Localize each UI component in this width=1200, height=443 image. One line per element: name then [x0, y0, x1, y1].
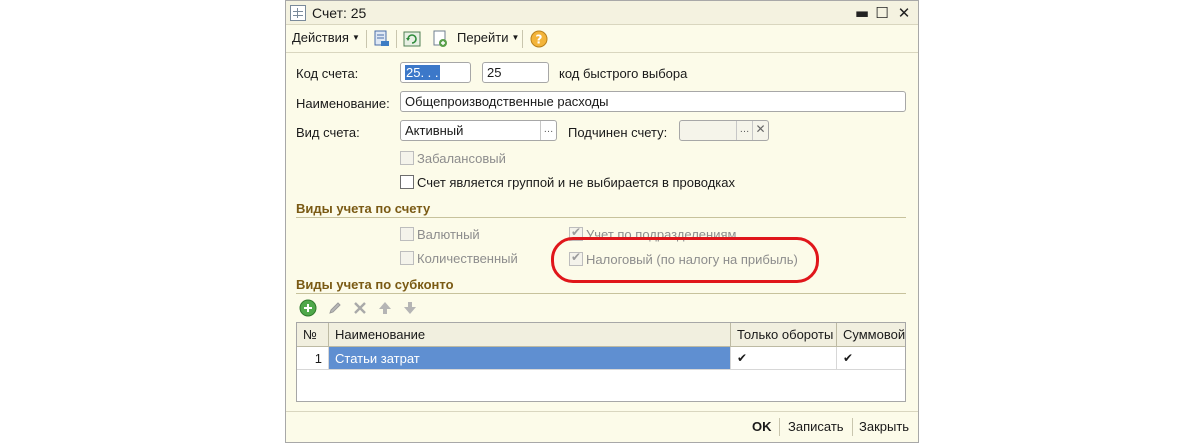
column-header-turnover-only[interactable]: Только обороты	[731, 323, 837, 347]
help-icon[interactable]: ?	[529, 29, 549, 49]
account-form-window: Счет: 25 ▬ ☐ ✕ Действия ▼ Перейти ▼ ? Ко…	[285, 0, 919, 443]
parent-account-label: Подчинен счету:	[568, 125, 668, 140]
subconto-table: № Наименование Только обороты Суммовой 1…	[296, 322, 906, 402]
toolbar: Действия ▼ Перейти ▼ ?	[286, 25, 918, 53]
section-divider	[296, 217, 906, 218]
toolbar-separator	[522, 30, 523, 48]
save-button[interactable]: Записать	[788, 419, 844, 434]
title-bar[interactable]: Счет: 25 ▬ ☐ ✕	[286, 1, 918, 25]
add-icon[interactable]	[299, 299, 317, 317]
ok-button[interactable]: OK	[752, 419, 772, 434]
currency-label: Валютный	[417, 227, 480, 242]
column-header-name[interactable]: Наименование	[329, 323, 731, 347]
row-number: 1	[297, 347, 329, 370]
svg-text:?: ?	[536, 33, 543, 47]
column-header-number[interactable]: №	[297, 323, 329, 347]
name-input[interactable]: Общепроизводственные расходы	[400, 91, 906, 112]
column-header-sum[interactable]: Суммовой	[837, 323, 905, 347]
goto-menu[interactable]: Перейти ▼	[457, 30, 519, 45]
footer-bar: OK Записать Закрыть	[286, 411, 918, 442]
table-icon	[290, 5, 306, 21]
toolbar-separator	[396, 30, 397, 48]
offbalance-checkbox[interactable]	[400, 151, 414, 165]
row-sum-check[interactable]: ✔	[837, 347, 905, 370]
row-turnover-only-check[interactable]: ✔	[731, 347, 837, 370]
group-label: Счет является группой и не выбирается в …	[417, 175, 735, 190]
offbalance-label: Забалансовый	[417, 151, 506, 166]
parent-account-input[interactable]: … ✕	[679, 120, 769, 141]
group-checkbox[interactable]	[400, 175, 414, 189]
edit-icon[interactable]	[326, 299, 344, 317]
select-button[interactable]: …	[736, 121, 752, 140]
toolbar-separator	[366, 30, 367, 48]
quantity-label: Количественный	[417, 251, 518, 266]
clear-icon[interactable]: ✕	[752, 121, 768, 140]
quantity-checkbox[interactable]	[400, 251, 414, 265]
move-down-icon[interactable]	[401, 299, 419, 317]
close-button[interactable]: Закрыть	[859, 419, 909, 434]
footer-separator	[779, 418, 780, 436]
actions-menu[interactable]: Действия ▼	[292, 30, 360, 45]
delete-icon[interactable]	[351, 299, 369, 317]
quick-code-input[interactable]: 25	[482, 62, 549, 83]
section-divider	[296, 293, 906, 294]
close-window-button[interactable]: ✕	[894, 3, 914, 23]
refresh-icon[interactable]	[402, 29, 422, 49]
window-title: Счет: 25	[312, 5, 367, 21]
select-button[interactable]: …	[540, 121, 556, 140]
save-to-list-icon[interactable]	[372, 29, 392, 49]
accounting-types-section-title: Виды учета по счету	[296, 201, 431, 216]
footer-separator	[852, 418, 853, 436]
type-label: Вид счета:	[296, 125, 360, 140]
name-label: Наименование:	[296, 96, 390, 111]
row-name[interactable]: Статьи затрат	[329, 347, 731, 370]
move-up-icon[interactable]	[376, 299, 394, 317]
highlight-annotation	[551, 237, 819, 283]
account-type-select[interactable]: Активный …	[400, 120, 557, 141]
minimize-button[interactable]: ▬	[852, 3, 872, 23]
currency-checkbox[interactable]	[400, 227, 414, 241]
maximize-button[interactable]: ☐	[872, 3, 892, 23]
code-label: Код счета:	[296, 66, 359, 81]
subconto-section-title: Виды учета по субконто	[296, 277, 454, 292]
copy-icon[interactable]	[430, 29, 450, 49]
quick-code-label: код быстрого выбора	[559, 66, 688, 81]
code-input[interactable]: 25. . .	[400, 62, 471, 83]
